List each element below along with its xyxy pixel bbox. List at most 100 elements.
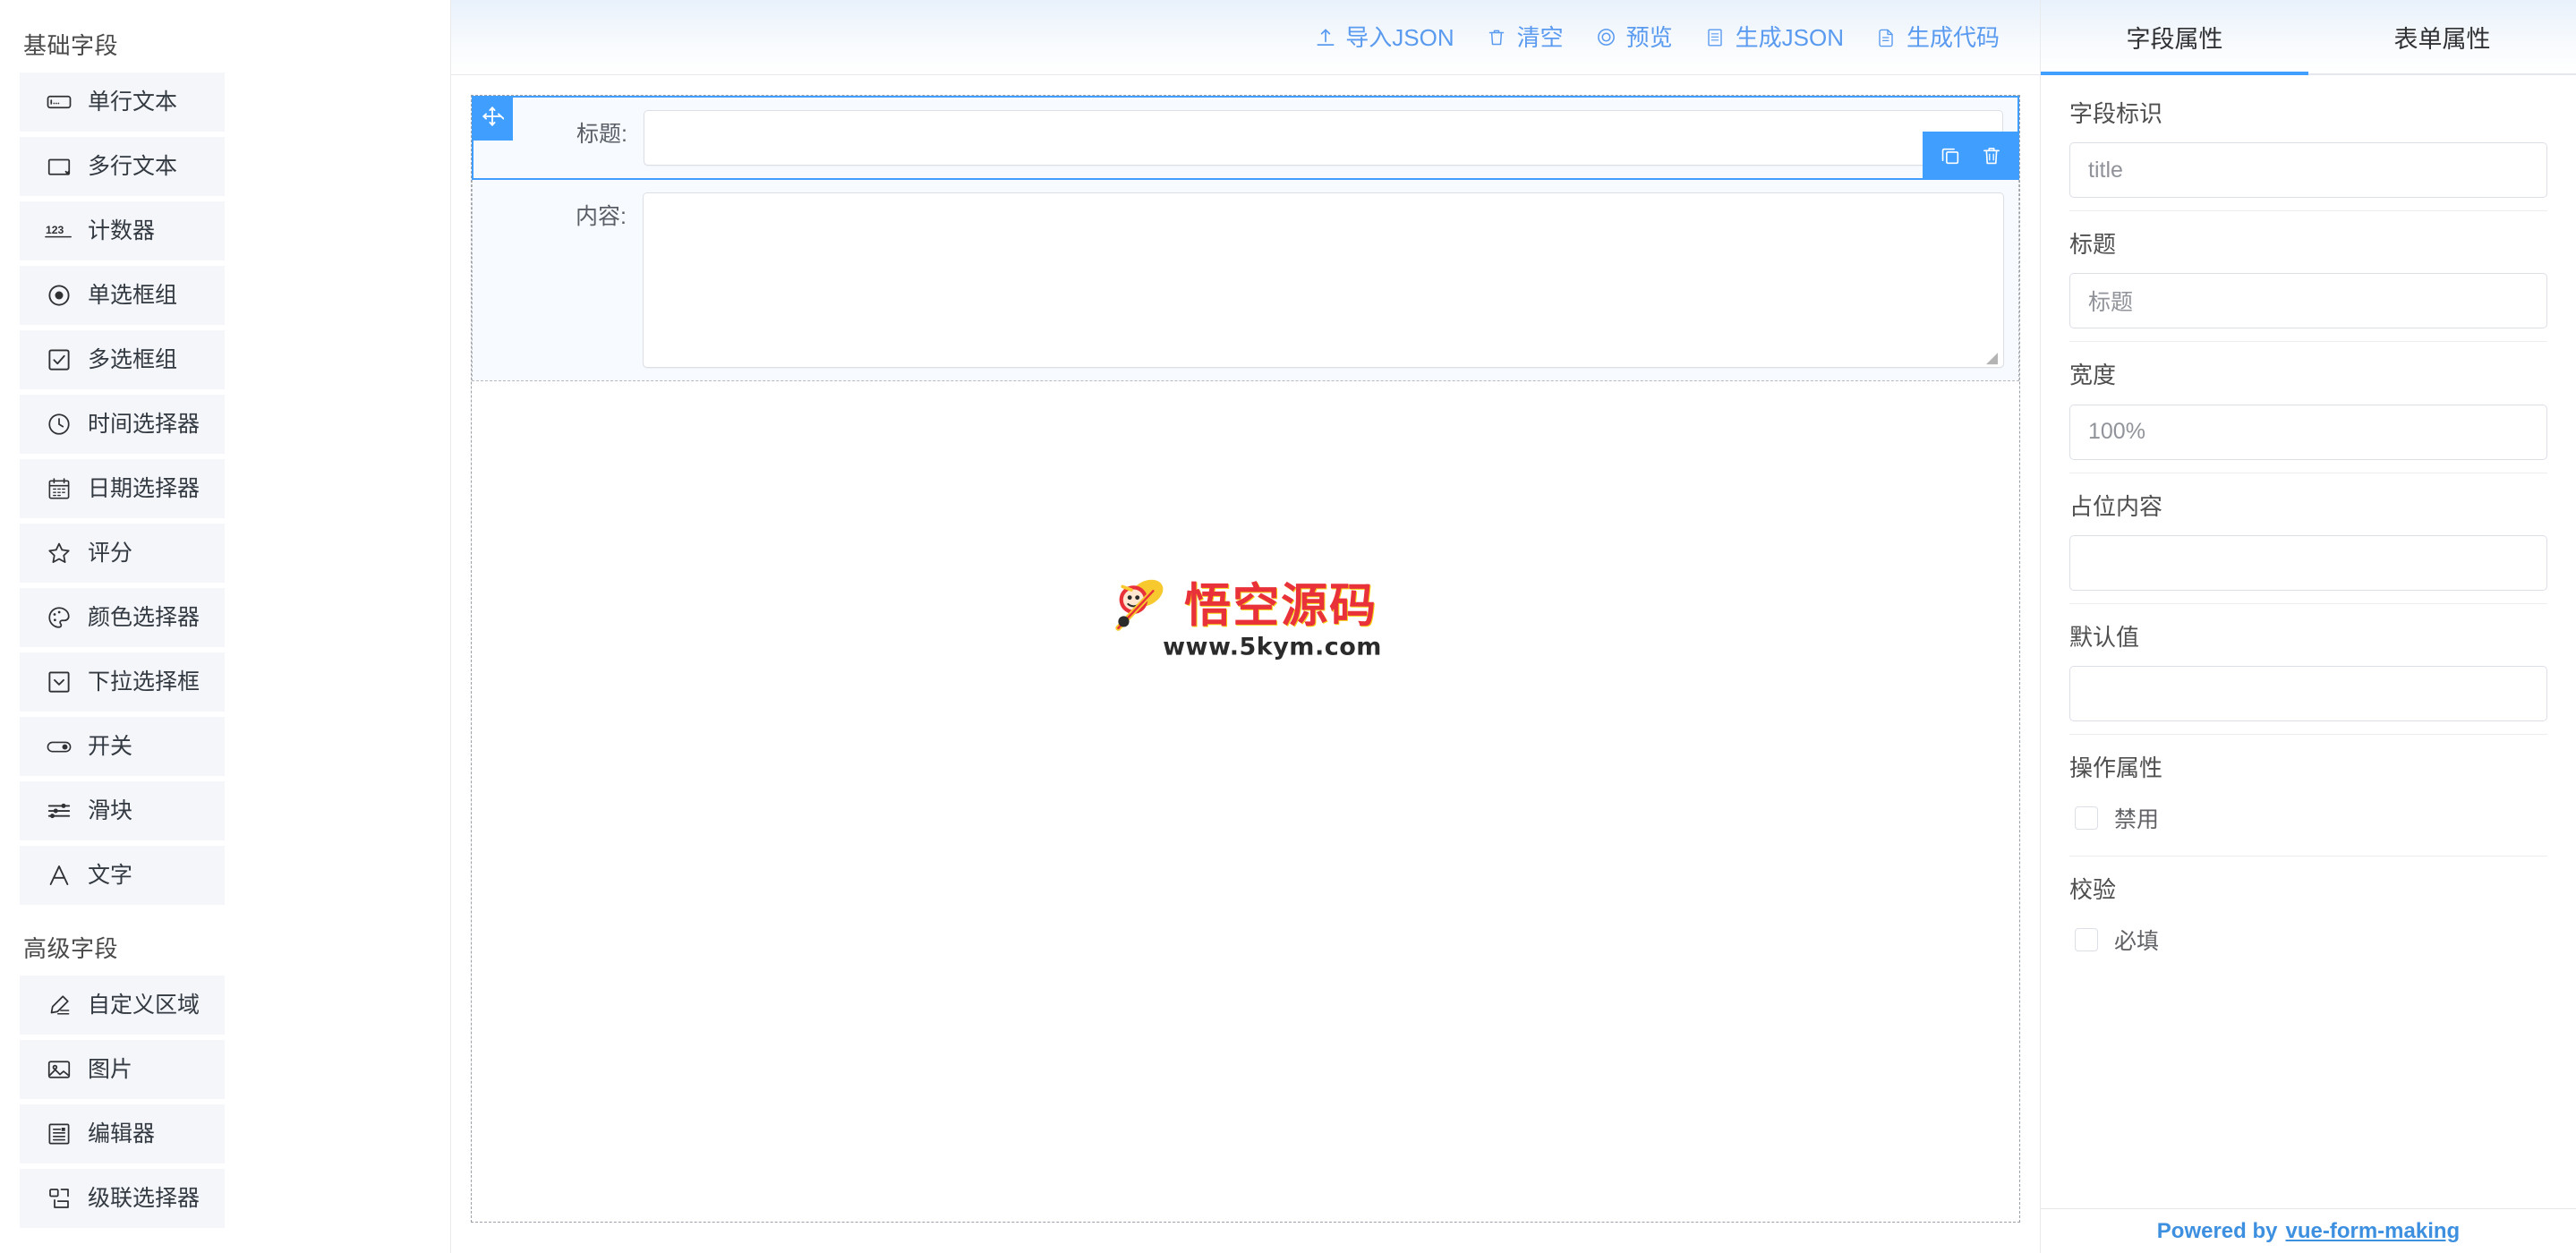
form-canvas-dropzone[interactable]: 悟空源码 www.5kym.com 标题: bbox=[471, 95, 2020, 1223]
disabled-checkbox-row[interactable]: 禁用 bbox=[2069, 797, 2547, 843]
form-designer-app: 基础字段 单行文本 多行文本 123 bbox=[0, 0, 2576, 1253]
palette-item-cascader[interactable]: 级联选择器 bbox=[20, 1169, 225, 1228]
watermark-mascot-icon bbox=[1109, 567, 1179, 636]
toolbar-button-label: 清空 bbox=[1517, 26, 1564, 49]
disabled-checkbox-label: 禁用 bbox=[2114, 802, 2159, 834]
clock-icon bbox=[44, 409, 74, 439]
tab-form-properties[interactable]: 表单属性 bbox=[2308, 0, 2576, 73]
calendar-icon bbox=[44, 473, 74, 504]
palette-item-multi-line-text[interactable]: 多行文本 bbox=[20, 137, 225, 196]
required-checkbox[interactable] bbox=[2075, 928, 2098, 951]
drag-handle[interactable] bbox=[472, 96, 513, 141]
property-field-id: 字段标识 title bbox=[2069, 100, 2547, 211]
field-control: ◢ bbox=[643, 192, 2009, 368]
palette-item-time-picker[interactable]: 时间选择器 bbox=[20, 395, 225, 454]
palette-item-single-line-text[interactable]: 单行文本 bbox=[20, 72, 225, 132]
field-id-input[interactable]: title bbox=[2069, 142, 2547, 198]
delete-field-button[interactable] bbox=[1978, 142, 2005, 169]
editor-icon bbox=[44, 1119, 74, 1149]
footer-prefix: Powered by bbox=[2157, 1219, 2278, 1244]
palette-item-label: 下拉选择框 bbox=[88, 671, 200, 694]
disabled-checkbox[interactable] bbox=[2075, 806, 2098, 830]
property-label: 宽度 bbox=[2069, 362, 2547, 389]
properties-tabs: 字段属性 表单属性 bbox=[2041, 0, 2576, 75]
default-value-property-input[interactable] bbox=[2069, 666, 2547, 721]
required-checkbox-label: 必填 bbox=[2114, 924, 2159, 956]
palette-item-select[interactable]: 下拉选择框 bbox=[20, 652, 225, 712]
palette-item-slider[interactable]: 滑块 bbox=[20, 781, 225, 840]
palette-item-label: 评分 bbox=[88, 542, 132, 565]
copy-field-button[interactable] bbox=[1937, 142, 1964, 169]
property-width: 宽度 100% bbox=[2069, 362, 2547, 473]
tab-label: 字段属性 bbox=[2127, 20, 2223, 55]
watermark-text: 悟空源码 bbox=[1184, 568, 1378, 635]
clear-button[interactable]: 清空 bbox=[1470, 25, 1579, 49]
palette-item-label: 单行文本 bbox=[88, 91, 177, 114]
move-arrows-icon bbox=[481, 105, 504, 132]
property-validation: 校验 必填 bbox=[2069, 876, 2547, 977]
width-property-input[interactable]: 100% bbox=[2069, 405, 2547, 460]
footer-credit: Powered by vue-form-making bbox=[2041, 1208, 2576, 1253]
import-json-button[interactable]: 导入JSON bbox=[1298, 25, 1469, 49]
palette-group-basic: 单行文本 多行文本 123 计数器 bbox=[20, 72, 431, 905]
palette-item-label: 颜色选择器 bbox=[88, 607, 200, 629]
title-input[interactable] bbox=[644, 110, 2003, 166]
resize-grip-icon[interactable]: ◢ bbox=[1986, 351, 2000, 365]
field-control bbox=[644, 110, 2009, 166]
star-icon bbox=[44, 538, 74, 568]
multi-line-text-icon bbox=[44, 151, 74, 182]
palette-item-label: 滑块 bbox=[88, 800, 132, 823]
palette-item-editor[interactable]: 编辑器 bbox=[20, 1104, 225, 1164]
cascader-icon bbox=[44, 1183, 74, 1214]
palette-item-checkbox-group[interactable]: 多选框组 bbox=[20, 330, 225, 389]
checkbox-group-icon bbox=[44, 345, 74, 375]
watermark-url: www.5kym.com bbox=[1163, 633, 1382, 661]
required-checkbox-row[interactable]: 必填 bbox=[2069, 918, 2547, 965]
palette-item-label: 级联选择器 bbox=[88, 1188, 200, 1210]
palette-item-label: 时间选择器 bbox=[88, 413, 200, 436]
select-dropdown-icon bbox=[44, 667, 74, 697]
palette-item-text[interactable]: 文字 bbox=[20, 846, 225, 905]
canvas-field-content[interactable]: 内容: ◢ bbox=[472, 180, 2019, 381]
eye-icon bbox=[1594, 25, 1618, 49]
title-property-input[interactable]: 标题 bbox=[2069, 273, 2547, 328]
switch-icon bbox=[44, 731, 74, 762]
title-property-value: 标题 bbox=[2088, 285, 2133, 317]
palette-item-label: 多选框组 bbox=[88, 349, 177, 371]
palette-item-switch[interactable]: 开关 bbox=[20, 717, 225, 776]
slider-icon bbox=[44, 796, 74, 826]
single-line-text-icon bbox=[44, 87, 74, 117]
content-textarea[interactable]: ◢ bbox=[643, 192, 2004, 368]
field-label: 内容: bbox=[473, 192, 643, 230]
palette-item-color-picker[interactable]: 颜色选择器 bbox=[20, 588, 225, 647]
canvas-field-title[interactable]: 标题: bbox=[472, 96, 2019, 180]
tab-label: 表单属性 bbox=[2394, 20, 2491, 55]
palette-item-label: 自定义区域 bbox=[88, 994, 200, 1017]
designer-toolbar: 导入JSON 清空 预览 生成JSON bbox=[451, 0, 2040, 75]
palette-group-title-layout: 布局字段 bbox=[20, 1228, 431, 1253]
palette-item-counter[interactable]: 123 计数器 bbox=[20, 201, 225, 260]
property-placeholder: 占位内容 bbox=[2069, 493, 2547, 604]
property-label: 默认值 bbox=[2069, 624, 2547, 652]
pencil-icon bbox=[44, 990, 74, 1020]
toolbar-button-label: 生成代码 bbox=[1906, 26, 2000, 49]
number-123-icon: 123 bbox=[44, 216, 74, 246]
placeholder-property-input[interactable] bbox=[2069, 535, 2547, 591]
palette-item-label: 日期选择器 bbox=[88, 478, 200, 500]
palette-item-image[interactable]: 图片 bbox=[20, 1040, 225, 1099]
palette-item-label: 多行文本 bbox=[88, 156, 177, 178]
property-title: 标题 标题 bbox=[2069, 231, 2547, 342]
palette-item-rate[interactable]: 评分 bbox=[20, 524, 225, 583]
palette-item-radio-group[interactable]: 单选框组 bbox=[20, 266, 225, 325]
footer-link[interactable]: vue-form-making bbox=[2286, 1219, 2461, 1244]
tab-field-properties[interactable]: 字段属性 bbox=[2041, 0, 2308, 73]
palette-item-custom-area[interactable]: 自定义区域 bbox=[20, 976, 225, 1035]
preview-button[interactable]: 预览 bbox=[1579, 25, 1688, 49]
generate-json-button[interactable]: 生成JSON bbox=[1688, 25, 1859, 49]
generate-code-button[interactable]: 生成代码 bbox=[1859, 25, 2015, 49]
palette-item-label: 开关 bbox=[88, 736, 132, 758]
image-icon bbox=[44, 1054, 74, 1085]
palette-item-date-picker[interactable]: 日期选择器 bbox=[20, 459, 225, 518]
palette-item-label: 编辑器 bbox=[88, 1123, 155, 1146]
width-property-value: 100% bbox=[2088, 419, 2145, 445]
